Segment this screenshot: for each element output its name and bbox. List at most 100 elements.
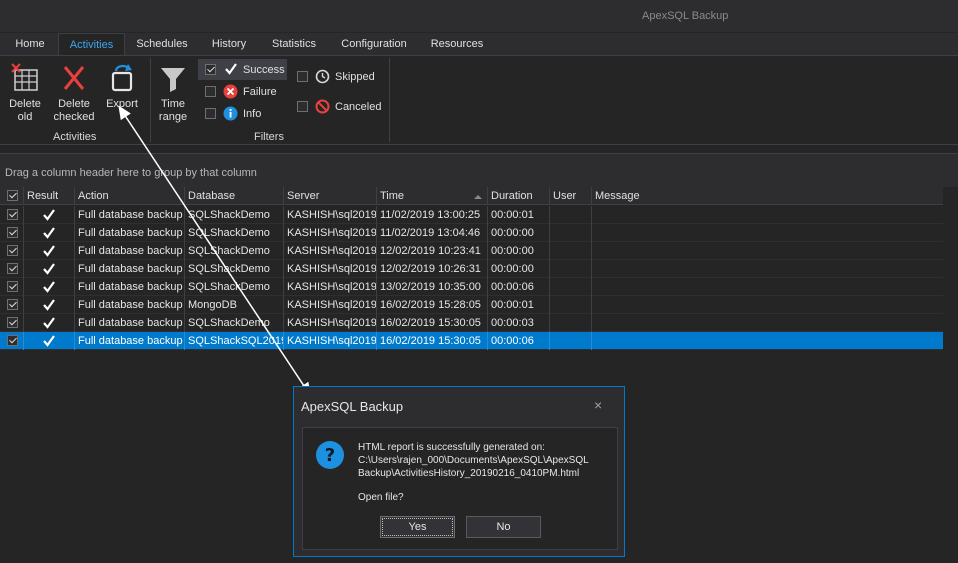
table-row[interactable]: Full database backup SQLShackDemo KASHISH\…	[0, 242, 943, 260]
success-check-icon	[43, 245, 55, 257]
dialog-message-line-1: HTML report is successfully generated on…	[358, 442, 545, 453]
red-x-icon	[63, 66, 85, 90]
skipped-clock-icon	[315, 69, 330, 84]
column-header-server[interactable]: Server	[284, 187, 377, 205]
duration-cell: 00:00:06	[488, 332, 550, 350]
server-cell: KASHISH\sql2019	[284, 332, 377, 350]
failure-checkbox[interactable]	[205, 86, 216, 97]
database-cell: MongoDB	[185, 296, 284, 314]
action-cell: Full database backup	[75, 278, 185, 296]
funnel-icon	[161, 68, 185, 92]
checkmark-icon	[225, 63, 237, 75]
column-header-time[interactable]: Time	[377, 187, 488, 205]
no-button[interactable]: No	[466, 516, 541, 538]
app-title: ApexSQL Backup	[642, 10, 729, 22]
time-cell: 16/02/2019 15:30:05	[377, 332, 488, 350]
select-all-checkbox[interactable]	[7, 190, 18, 201]
row-select-cell	[0, 260, 24, 278]
canceled-icon	[315, 99, 330, 114]
table-row[interactable]: Full database backup SQLShackDemo KASHISH\…	[0, 278, 943, 296]
svg-text:?: ?	[325, 445, 335, 466]
result-cell	[24, 278, 75, 296]
ribbon: Delete old Delete checked Export Activit…	[0, 55, 958, 145]
server-cell: KASHISH\sql2019	[284, 296, 377, 314]
info-icon	[223, 106, 238, 121]
tab-statistics[interactable]: Statistics	[266, 33, 322, 55]
server-cell: KASHISH\sql2019	[284, 224, 377, 242]
row-select-cell	[0, 278, 24, 296]
table-row[interactable]: Full database backup MongoDB KASHISH\sql20…	[0, 296, 943, 314]
export-button[interactable]: Export	[102, 62, 142, 111]
duration-cell: 00:00:06	[488, 278, 550, 296]
server-cell: KASHISH\sql2019	[284, 278, 377, 296]
delete-old-label-2: old	[17, 111, 33, 123]
time-cell: 13/02/2019 10:35:00	[377, 278, 488, 296]
column-header-result[interactable]: Result	[24, 187, 75, 205]
duration-cell: 00:00:00	[488, 260, 550, 278]
canceled-checkbox[interactable]	[297, 101, 308, 112]
row-checkbox[interactable]	[7, 227, 18, 238]
delete-checked-button[interactable]: Delete checked	[52, 62, 96, 124]
title-bar: ApexSQL Backup	[0, 0, 958, 32]
dialog-message: HTML report is successfully generated on…	[358, 441, 613, 480]
group-by-panel[interactable]: Drag a column header here to group by th…	[0, 153, 958, 187]
column-header-message[interactable]: Message	[592, 187, 943, 205]
delete-checked-label-2: checked	[53, 111, 95, 123]
time-range-button[interactable]: Time range	[156, 62, 190, 124]
group-by-hint: Drag a column header here to group by th…	[5, 167, 257, 179]
user-cell	[550, 206, 592, 224]
duration-cell: 00:00:01	[488, 206, 550, 224]
column-header-database[interactable]: Database	[185, 187, 284, 205]
success-label: Success	[243, 64, 285, 76]
table-row[interactable]: Full database backup SQLShackSQL2019 KASHI…	[0, 332, 943, 350]
skipped-checkbox[interactable]	[297, 71, 308, 82]
table-row[interactable]: Full database backup SQLShackDemo KASHISH\…	[0, 314, 943, 332]
result-cell	[24, 314, 75, 332]
message-cell	[592, 296, 943, 314]
action-cell: Full database backup	[75, 242, 185, 260]
export-icon	[111, 64, 133, 92]
row-select-cell	[0, 242, 24, 260]
info-checkbox[interactable]	[205, 108, 216, 119]
column-header-duration[interactable]: Duration	[488, 187, 550, 205]
yes-button[interactable]: Yes	[380, 516, 455, 538]
server-cell: KASHISH\sql2019	[284, 242, 377, 260]
dialog-question: Open file?	[358, 492, 404, 503]
result-cell	[24, 242, 75, 260]
tab-history[interactable]: History	[206, 33, 252, 55]
row-checkbox[interactable]	[7, 281, 18, 292]
column-header-user[interactable]: User	[550, 187, 592, 205]
message-cell	[592, 206, 943, 224]
table-row[interactable]: Full database backup SQLShackDemo KASHISH\…	[0, 260, 943, 278]
row-checkbox[interactable]	[7, 263, 18, 274]
canceled-label: Canceled	[335, 101, 382, 113]
success-checkbox[interactable]	[205, 64, 216, 75]
select-all-cell[interactable]	[0, 187, 24, 205]
row-checkbox[interactable]	[7, 335, 18, 346]
ribbon-tabs: Home Activities Schedules History Statis…	[0, 33, 958, 55]
tab-schedules[interactable]: Schedules	[132, 33, 192, 55]
tab-resources[interactable]: Resources	[426, 33, 488, 55]
delete-old-button[interactable]: Delete old	[4, 62, 46, 124]
tab-activities[interactable]: Activities	[58, 33, 125, 55]
row-checkbox[interactable]	[7, 245, 18, 256]
dialog-close-button[interactable]: ×	[594, 397, 602, 413]
tab-home[interactable]: Home	[8, 33, 52, 55]
table-row[interactable]: Full database backup SQLShackDemo KASHISH\…	[0, 224, 943, 242]
user-cell	[550, 242, 592, 260]
row-checkbox[interactable]	[7, 209, 18, 220]
vertical-scrollbar[interactable]	[943, 187, 958, 563]
duration-cell: 00:00:00	[488, 242, 550, 260]
column-header-action[interactable]: Action	[75, 187, 185, 205]
table-row[interactable]: Full database backup SQLShackDemo KASHISH\…	[0, 206, 943, 224]
column-header-time-label: Time	[380, 190, 405, 202]
result-cell	[24, 206, 75, 224]
tab-configuration[interactable]: Configuration	[336, 33, 412, 55]
row-checkbox[interactable]	[7, 299, 18, 310]
time-cell: 12/02/2019 10:26:31	[377, 260, 488, 278]
database-cell: SQLShackDemo	[185, 224, 284, 242]
question-icon: ?	[316, 441, 344, 469]
row-checkbox[interactable]	[7, 317, 18, 328]
action-cell: Full database backup	[75, 296, 185, 314]
database-cell: SQLShackDemo	[185, 314, 284, 332]
